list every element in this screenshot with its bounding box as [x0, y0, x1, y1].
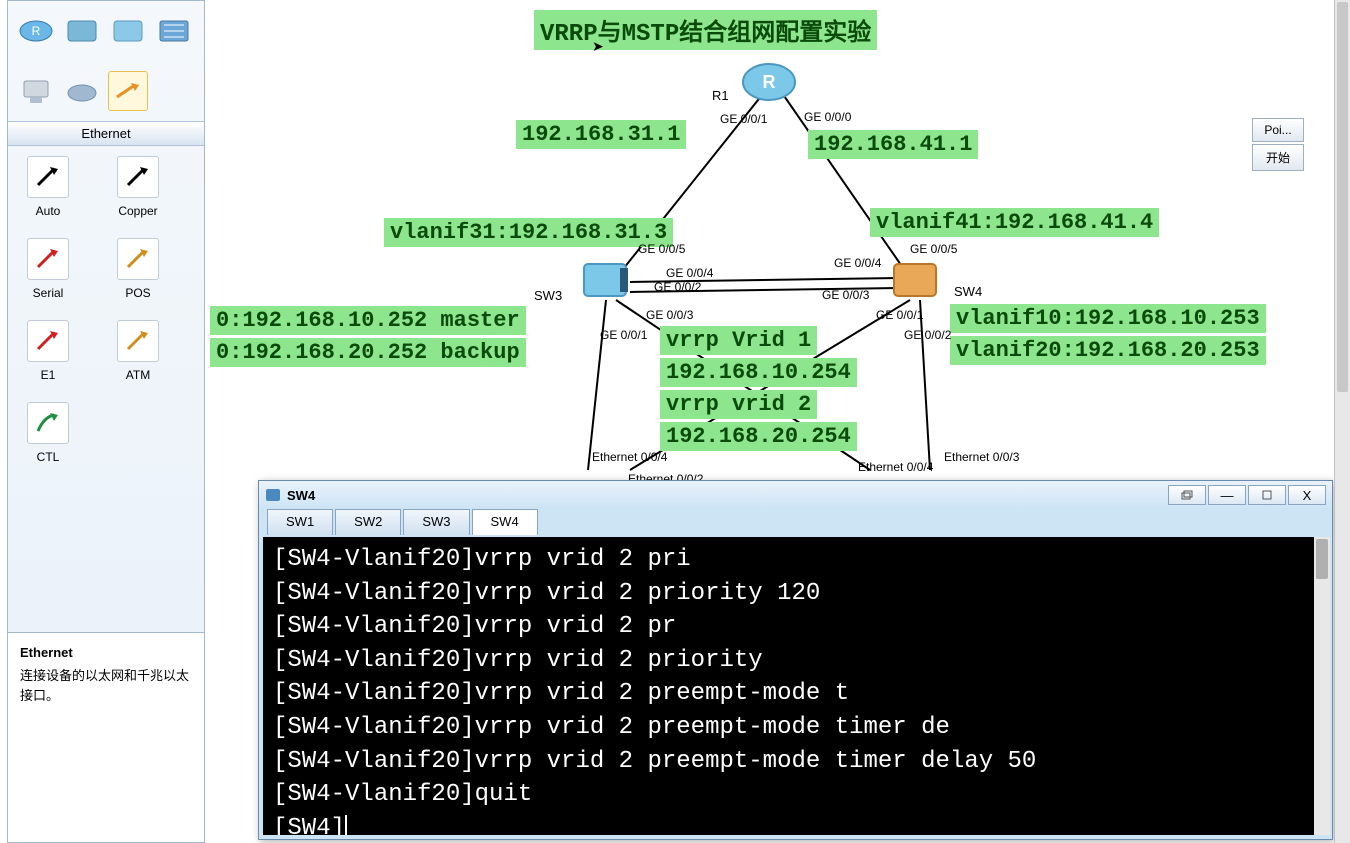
svg-text:R: R: [32, 24, 41, 38]
port-eth003-r: Ethernet 0/0/3: [944, 450, 1019, 464]
tool-label: Copper: [118, 204, 157, 218]
node-label-sw4: SW4: [954, 284, 982, 299]
port-sw3-ge004: GE 0/0/4: [666, 266, 713, 280]
terminal-line: [SW4]: [273, 812, 1318, 835]
node-label-r1: R1: [712, 88, 729, 103]
label-sw4-l1: vlanif10:192.168.10.253: [950, 304, 1266, 333]
terminal-cursor: [345, 815, 347, 835]
tool-ctl[interactable]: CTL: [18, 402, 78, 464]
terminal-tab-bar: SW1 SW2 SW3 SW4: [259, 509, 1332, 535]
terminal-line: [SW4-Vlanif20]quit: [273, 778, 1318, 812]
topology-title: VRRP与MSTP结合组网配置实验: [534, 10, 877, 50]
terminal-tab-sw4[interactable]: SW4: [472, 509, 538, 535]
label-ip-r1-left: 192.168.31.1: [516, 120, 686, 149]
pc-icon[interactable]: [16, 71, 56, 111]
tool-label: E1: [41, 368, 56, 382]
info-title: Ethernet: [20, 645, 192, 660]
terminal-tab-sw3[interactable]: SW3: [403, 509, 469, 535]
terminal-icon: [265, 487, 281, 503]
terminal-window: SW4 — X SW1 SW2 SW3 SW4 [SW4-Vlanif20]vr…: [258, 480, 1333, 840]
tool-grid: Auto Copper Serial POS E1 ATM CTL: [8, 146, 204, 474]
connection-icon[interactable]: [108, 71, 148, 111]
tool-label: Auto: [36, 204, 61, 218]
label-sw3-line2: 0:192.168.20.252 backup: [210, 338, 526, 367]
node-sw4[interactable]: [890, 258, 940, 305]
cloud-icon[interactable]: [62, 71, 102, 111]
port-r1-ge001: GE 0/0/1: [720, 112, 767, 126]
node-label-sw3: SW3: [534, 288, 562, 303]
control-btn-1[interactable]: Poi...: [1252, 118, 1304, 142]
svg-text:R: R: [763, 72, 776, 92]
terminal-line: [SW4-Vlanif20]vrrp vrid 2 priority 120: [273, 577, 1318, 611]
label-vlanif41: vlanif41:192.168.41.4: [870, 208, 1159, 237]
main-scrollbar[interactable]: [1334, 0, 1350, 843]
info-panel: Ethernet 连接设备的以太网和千兆以太接口。: [8, 632, 204, 842]
port-eth004-l: Ethernet 0/0/4: [592, 450, 667, 464]
terminal-line: [SW4-Vlanif20]vrrp vrid 2 preempt-mode t…: [273, 711, 1318, 745]
label-sw3-line1: 0:192.168.10.252 master: [210, 306, 526, 335]
port-sw4-ge004: GE 0/0/4: [834, 256, 881, 270]
tool-label: CTL: [37, 450, 60, 464]
terminal-line: [SW4-Vlanif20]vrrp vrid 2 pri: [273, 543, 1318, 577]
label-sw4-l2: vlanif20:192.168.20.253: [950, 336, 1266, 365]
terminal-title: SW4: [287, 488, 315, 503]
label-vlanif31: vlanif31:192.168.31.3: [384, 218, 673, 247]
terminal-line: [SW4-Vlanif20]vrrp vrid 2 pr: [273, 610, 1318, 644]
port-r1-ge000: GE 0/0/0: [804, 110, 851, 124]
node-sw3[interactable]: [580, 258, 630, 305]
device-row-2: [8, 61, 204, 121]
label-ip-r1-right: 192.168.41.1: [808, 130, 978, 159]
scrollbar-thumb[interactable]: [1337, 2, 1348, 392]
label-vrrp-l1: vrrp Vrid 1: [660, 326, 817, 355]
port-sw3-ge001: GE 0/0/1: [600, 328, 647, 342]
device-row-1: R: [8, 1, 204, 61]
device-icon-2[interactable]: [62, 11, 102, 51]
tool-atm[interactable]: ATM: [108, 320, 168, 382]
tool-serial[interactable]: Serial: [18, 238, 78, 300]
tool-pos[interactable]: POS: [108, 238, 168, 300]
port-sw3-ge002: GE 0/0/2: [654, 280, 701, 294]
terminal-scrollbar[interactable]: [1314, 537, 1330, 835]
window-restore-button[interactable]: [1168, 485, 1206, 505]
router-icon[interactable]: R: [16, 11, 56, 51]
label-vrrp-l4: 192.168.20.254: [660, 422, 857, 451]
port-sw4-ge001: GE 0/0/1: [876, 308, 923, 322]
label-vrrp-l3: vrrp vrid 2: [660, 390, 817, 419]
port-eth004-r: Ethernet 0/0/4: [858, 460, 933, 474]
port-sw3-ge003: GE 0/0/3: [646, 308, 693, 322]
port-sw4-ge003: GE 0/0/3: [822, 288, 869, 302]
port-sw4-ge002: GE 0/0/2: [904, 328, 951, 342]
port-sw3-ge005: GE 0/0/5: [638, 242, 685, 256]
info-description: 连接设备的以太网和千兆以太接口。: [20, 666, 192, 705]
node-r1[interactable]: R: [740, 58, 798, 109]
control-btn-start[interactable]: 开始: [1252, 144, 1304, 171]
device-icon-3[interactable]: [108, 11, 148, 51]
tool-label: POS: [125, 286, 150, 300]
terminal-line: [SW4-Vlanif20]vrrp vrid 2 preempt-mode t…: [273, 745, 1318, 779]
terminal-tab-sw1[interactable]: SW1: [267, 509, 333, 535]
control-panel: Poi... 开始: [1252, 118, 1304, 173]
device-icon-4[interactable]: [154, 11, 194, 51]
window-maximize-button[interactable]: [1248, 485, 1286, 505]
terminal-line: [SW4-Vlanif20]vrrp vrid 2 preempt-mode t: [273, 677, 1318, 711]
terminal-tab-sw2[interactable]: SW2: [335, 509, 401, 535]
scrollbar-thumb[interactable]: [1316, 539, 1328, 579]
terminal-titlebar[interactable]: SW4 — X: [259, 481, 1332, 509]
label-vrrp-l2: 192.168.10.254: [660, 358, 857, 387]
tool-copper[interactable]: Copper: [108, 156, 168, 218]
tool-label: ATM: [126, 368, 150, 382]
tool-e1[interactable]: E1: [18, 320, 78, 382]
tool-label: Serial: [33, 286, 64, 300]
terminal-body[interactable]: [SW4-Vlanif20]vrrp vrid 2 pri [SW4-Vlani…: [263, 537, 1328, 835]
sidebar: R Ethernet Auto Copper Serial POS E1 ATM…: [7, 0, 205, 843]
section-header: Ethernet: [8, 121, 204, 146]
tool-auto[interactable]: Auto: [18, 156, 78, 218]
window-close-button[interactable]: X: [1288, 485, 1326, 505]
terminal-line: [SW4-Vlanif20]vrrp vrid 2 priority: [273, 644, 1318, 678]
port-sw4-ge005: GE 0/0/5: [910, 242, 957, 256]
window-minimize-button[interactable]: —: [1208, 485, 1246, 505]
